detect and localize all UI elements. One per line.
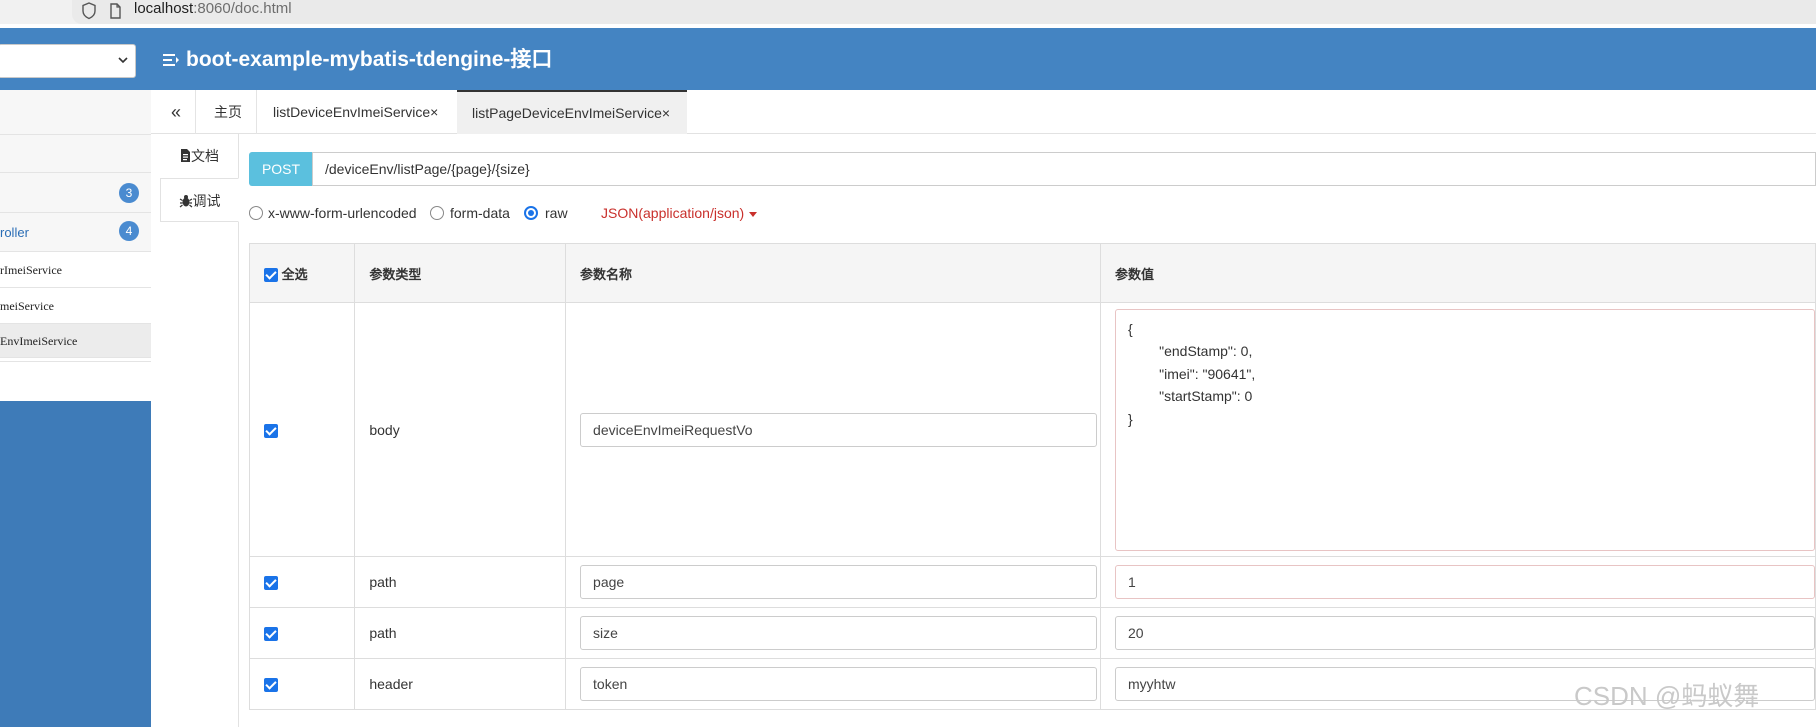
tab-list-device[interactable]: listDeviceEnvImeiService× xyxy=(273,90,438,134)
param-value-cell: 20 xyxy=(1100,607,1816,659)
count-badge: 4 xyxy=(119,221,139,241)
tab-debug[interactable]: 调试 xyxy=(160,178,239,222)
header-value: 参数值 xyxy=(1100,243,1816,303)
sidebar-group-1[interactable]: 3 xyxy=(0,173,151,213)
table-row: path page 1 xyxy=(248,556,1816,608)
param-name-cell: token xyxy=(565,658,1101,710)
collapse-tabs-icon[interactable]: « xyxy=(171,90,181,134)
page-title: boot-example-mybatis-tdengine-接口 xyxy=(162,44,552,76)
sidebar-item-label: rImeiService xyxy=(0,263,62,277)
content-type-dropdown[interactable]: JSON(application/json) xyxy=(601,201,758,225)
param-type: header xyxy=(354,658,567,710)
header-label: 参数名称 xyxy=(580,266,633,282)
row-checkbox[interactable] xyxy=(264,627,278,642)
radio-raw[interactable] xyxy=(524,206,538,220)
close-icon[interactable]: × xyxy=(662,105,670,121)
row-checkbox[interactable] xyxy=(264,678,278,693)
sidebar-item-blank[interactable] xyxy=(0,135,151,173)
tab-divider xyxy=(195,90,196,134)
watermark: CSDN @蚂蚁舞 xyxy=(1574,681,1760,711)
sidebar-item-home[interactable] xyxy=(0,90,151,135)
sidebar-item-api-active[interactable]: EnvImeiService xyxy=(0,324,151,358)
select-all-checkbox[interactable] xyxy=(264,268,278,283)
browser-address-bar: localhost:8060/doc.html xyxy=(0,0,1816,24)
count-badge: 3 xyxy=(119,183,139,203)
radio-label: form-data xyxy=(450,205,510,221)
tab-debug-label: 调试 xyxy=(192,193,221,209)
param-type: path xyxy=(354,556,567,608)
sidebar-group-label: roller xyxy=(0,225,29,240)
table-row: path size 20 xyxy=(248,607,1816,659)
row-checkbox[interactable] xyxy=(264,576,278,591)
sidebar-item-label: meiService xyxy=(0,299,54,313)
header-name: 参数名称 xyxy=(565,243,1101,303)
shield-icon[interactable] xyxy=(80,1,98,21)
row-select-cell xyxy=(248,607,356,659)
row-checkbox[interactable] xyxy=(264,423,278,438)
sidebar-background xyxy=(0,401,151,727)
side-tabs-divider xyxy=(238,134,239,727)
row-select-cell xyxy=(248,658,356,710)
tab-doc-label: 文档 xyxy=(191,148,219,164)
menu-toggle-icon[interactable] xyxy=(162,51,180,69)
tab-divider xyxy=(256,90,257,134)
param-name-cell: page xyxy=(565,556,1101,608)
param-name-input[interactable]: size xyxy=(580,616,1098,650)
url-path: :8060/doc.html xyxy=(193,0,292,17)
app-title-text: boot-example-mybatis-tdengine-接口 xyxy=(186,48,553,71)
table-row: body deviceEnvImeiRequestVo { "endStamp"… xyxy=(248,302,1816,557)
address-field[interactable] xyxy=(72,0,1816,24)
address-url[interactable]: localhost:8060/doc.html xyxy=(134,0,292,20)
header-type: 参数类型 xyxy=(354,243,567,303)
url-host: localhost xyxy=(134,0,194,17)
param-value-input[interactable]: 20 xyxy=(1115,616,1815,650)
param-name-input[interactable]: deviceEnvImeiRequestVo xyxy=(580,412,1098,447)
param-name-cell: size xyxy=(565,607,1101,659)
bug-icon xyxy=(179,195,192,208)
method-button[interactable]: POST xyxy=(249,152,313,186)
row-select-cell xyxy=(248,302,356,557)
radio-label: x-www-form-urlencoded xyxy=(268,205,417,221)
param-value-cell: 1 xyxy=(1100,556,1816,608)
chevron-down-icon xyxy=(117,53,129,69)
sidebar-item-api[interactable]: meiService xyxy=(0,288,151,324)
header-label: 参数类型 xyxy=(369,266,422,282)
radio-label: raw xyxy=(545,205,568,221)
param-type: body xyxy=(354,302,567,557)
tab-label: listDeviceEnvImeiService xyxy=(273,104,431,120)
sidebar-group-controller[interactable]: roller 4 xyxy=(0,213,151,252)
sidebar-item-api[interactable]: rImeiService xyxy=(0,252,151,288)
radio-urlencoded[interactable] xyxy=(249,206,263,220)
param-name-input[interactable]: token xyxy=(580,667,1098,701)
request-url-input[interactable]: /deviceEnv/listPage/{page}/{size} xyxy=(312,152,1816,186)
close-icon[interactable]: × xyxy=(430,104,438,120)
param-value-input[interactable]: 1 xyxy=(1115,565,1815,599)
caret-down-icon xyxy=(749,211,758,217)
row-select-cell xyxy=(248,556,356,608)
json-body-editor[interactable]: { "endStamp": 0, "imei": "90641", "start… xyxy=(1115,308,1815,551)
param-name-cell: deviceEnvImeiRequestVo xyxy=(565,302,1101,557)
header-label: 全选 xyxy=(281,266,308,282)
tab-label: listPageDeviceEnvImeiService xyxy=(472,105,662,121)
document-icon xyxy=(181,149,190,162)
radio-form-data[interactable] xyxy=(430,206,444,220)
sidebar-item-label: EnvImeiService xyxy=(0,334,78,348)
params-table: 全选 参数类型 参数名称 参数值 body deviceEnvImeiReque… xyxy=(248,243,1816,710)
param-value-cell: { "endStamp": 0, "imei": "90641", "start… xyxy=(1100,302,1816,557)
sidebar-divider xyxy=(0,358,151,362)
group-select[interactable] xyxy=(0,44,136,78)
param-name-input[interactable]: page xyxy=(580,565,1098,599)
tab-home[interactable]: 主页 xyxy=(214,90,242,134)
tab-list-page-device[interactable]: listPageDeviceEnvImeiService× xyxy=(457,90,687,134)
header-select-all[interactable]: 全选 xyxy=(248,243,356,303)
param-type: path xyxy=(354,607,567,659)
tab-bar: « 主页 listDeviceEnvImeiService× listPageD… xyxy=(151,90,1816,134)
tab-doc[interactable]: 文档 xyxy=(160,134,239,178)
page-icon[interactable] xyxy=(106,1,124,21)
header-label: 参数值 xyxy=(1115,266,1155,282)
content-type-label: JSON(application/json) xyxy=(601,205,745,221)
tab-label: 主页 xyxy=(214,104,242,120)
